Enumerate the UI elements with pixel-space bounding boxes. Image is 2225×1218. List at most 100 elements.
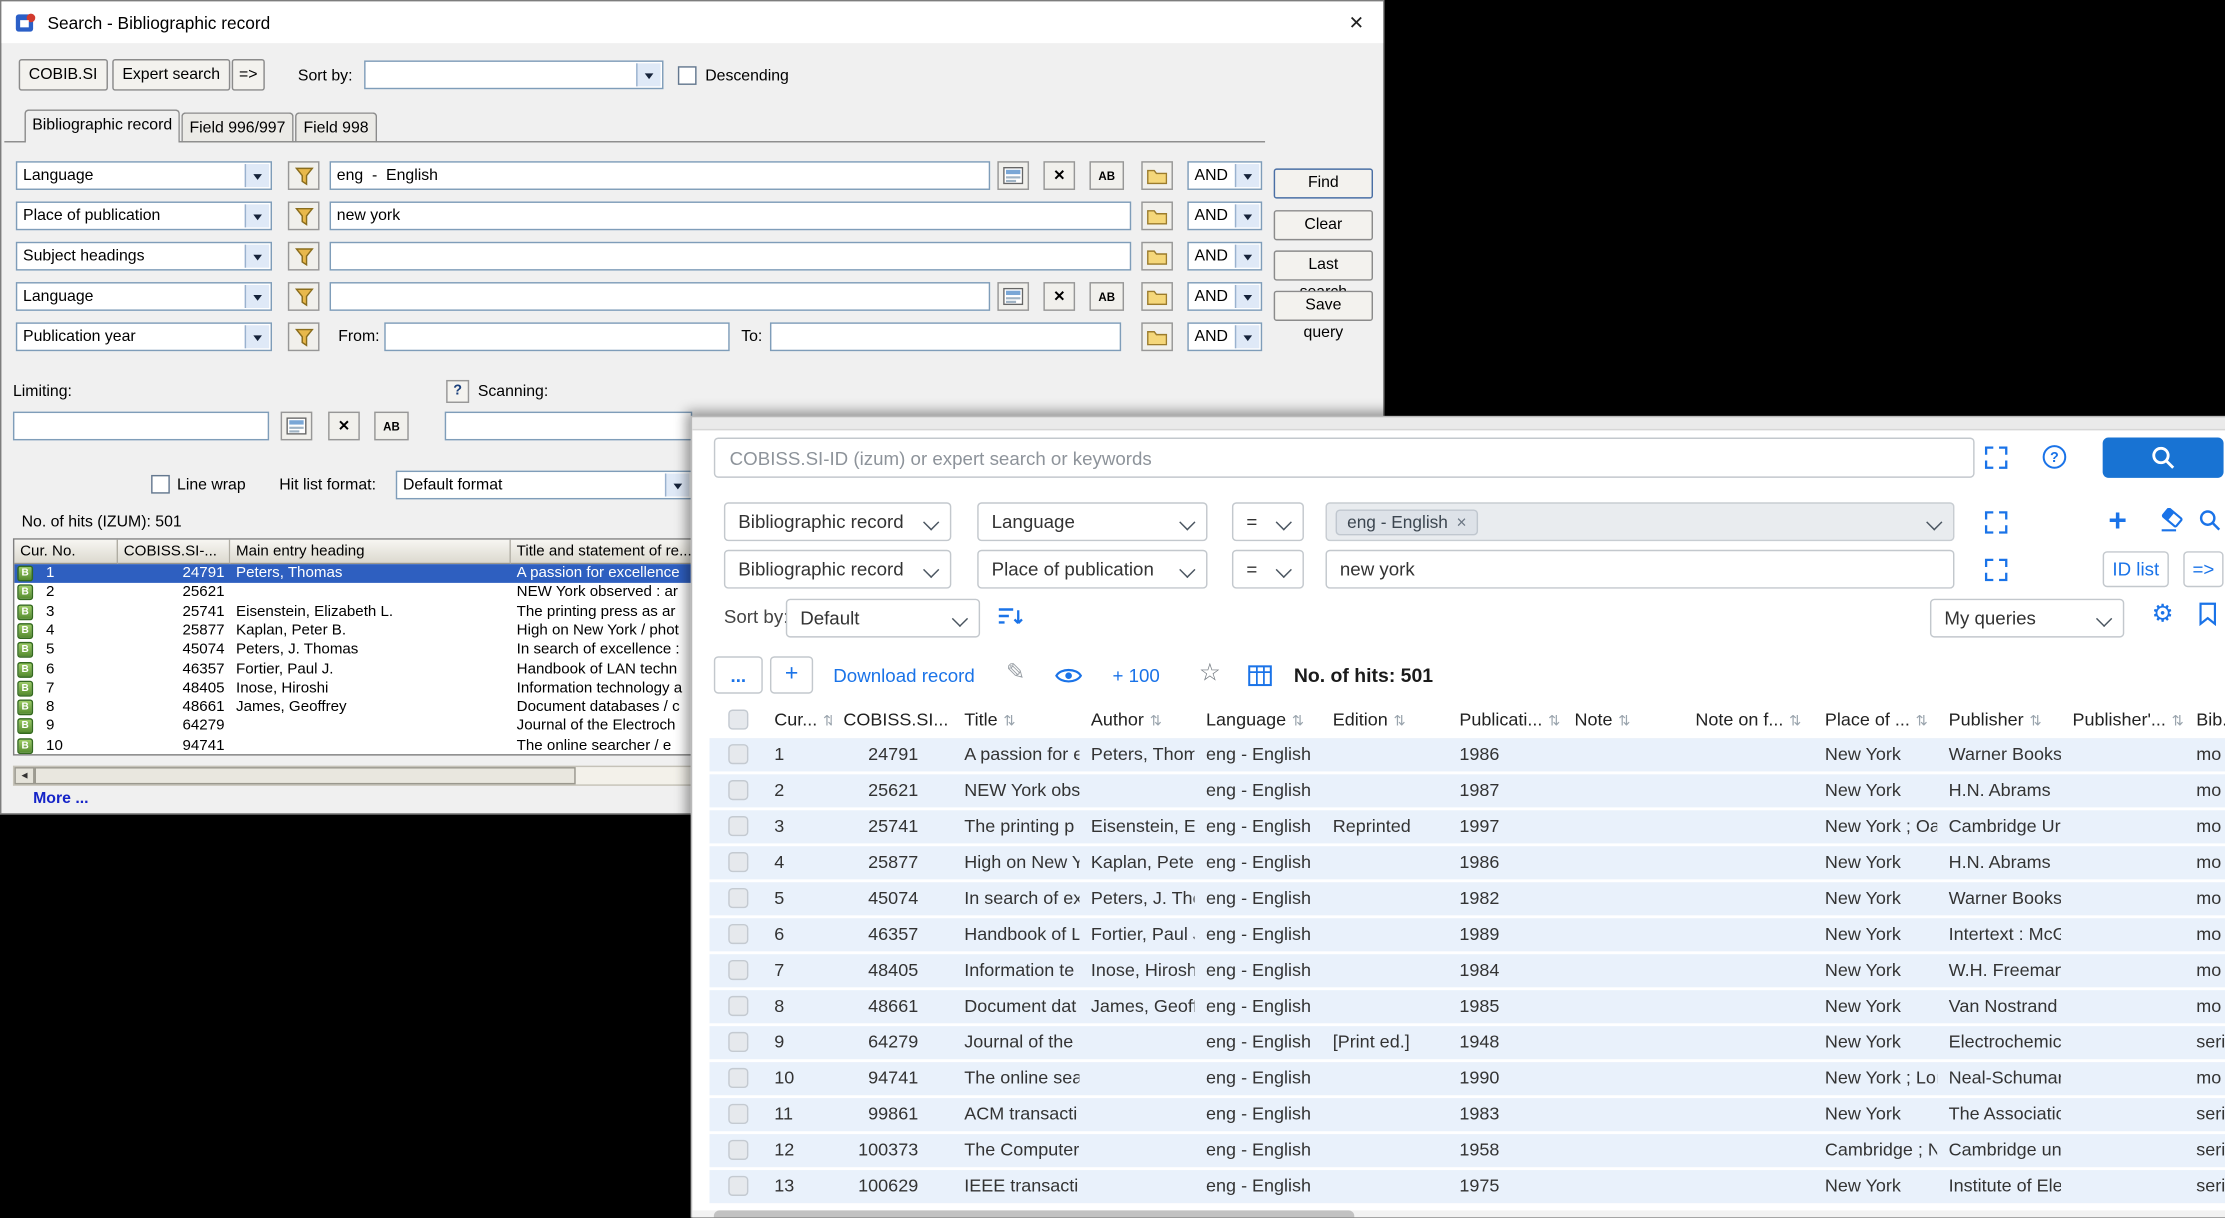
operator-select-2[interactable]: AND xyxy=(1187,201,1262,230)
funnel-icon-button-3[interactable] xyxy=(288,242,320,271)
funnel-icon-button-4[interactable] xyxy=(288,282,320,311)
dropdown-arrow-icon[interactable] xyxy=(636,63,660,86)
column-header-language[interactable]: Language⇅ xyxy=(1206,701,1321,738)
tab-field-998[interactable]: Field 998 xyxy=(295,112,377,142)
row-checkbox[interactable] xyxy=(728,960,748,980)
dropdown-arrow-icon[interactable] xyxy=(245,164,269,187)
row-checkbox[interactable] xyxy=(728,852,748,872)
row-checkbox[interactable] xyxy=(728,744,748,764)
horizontal-scrollbar[interactable] xyxy=(692,1210,2225,1217)
result-row[interactable]: 1199861ACM transactieng - English1983New… xyxy=(710,1098,2225,1131)
dropdown-arrow-icon[interactable] xyxy=(245,204,269,227)
sort-arrows-icon[interactable]: ⇅ xyxy=(1292,714,1304,730)
sort-arrows-icon[interactable]: ⇅ xyxy=(1789,714,1801,730)
result-row[interactable]: 848661Document datJames, Geoffreeng - En… xyxy=(710,990,2225,1023)
help-icon[interactable]: ? xyxy=(2042,445,2066,469)
operator-select-5[interactable]: AND xyxy=(1187,322,1262,351)
field-select-2[interactable]: Place of publication xyxy=(16,201,272,230)
tab-bibliographic-record[interactable]: Bibliographic record xyxy=(24,109,179,142)
save-query-icon[interactable] xyxy=(2198,602,2218,626)
help-icon[interactable]: ? xyxy=(446,380,469,403)
titlebar[interactable]: Search - Bibliographic record ✕ xyxy=(1,1,1383,43)
result-row[interactable]: 12100373The Computereng - English1958Cam… xyxy=(710,1134,2225,1167)
find-button[interactable]: Find xyxy=(1274,168,1373,198)
expert-search-button[interactable]: Expert search xyxy=(112,59,230,91)
clear-limiting-button[interactable]: ✕ xyxy=(328,412,360,441)
column-header-title[interactable]: Title⇅ xyxy=(964,701,1079,738)
dropdown-arrow-icon[interactable] xyxy=(245,325,269,348)
operator-select-1[interactable]: = xyxy=(1232,502,1304,541)
operator-select-1[interactable]: AND xyxy=(1187,161,1262,190)
year-from-input[interactable] xyxy=(384,322,729,351)
chip-remove-icon[interactable]: × xyxy=(1457,512,1467,532)
column-header-bib-level[interactable]: Bib...⇅ xyxy=(2196,701,2225,738)
dropdown-arrow-icon[interactable] xyxy=(245,245,269,268)
select-all-checkbox[interactable] xyxy=(728,710,748,730)
more-actions-button[interactable]: ... xyxy=(714,656,763,693)
field-select-5[interactable]: Publication year xyxy=(16,322,272,351)
cobib-si-button[interactable]: COBIB.SI xyxy=(19,59,108,91)
transfer-button[interactable]: => xyxy=(232,59,265,91)
sort-order-icon[interactable] xyxy=(997,606,1024,628)
folder-button-2[interactable] xyxy=(1141,201,1173,230)
column-header-publisher-2[interactable]: Publisher'...⇅ xyxy=(2072,701,2184,738)
folder-button-1[interactable] xyxy=(1141,161,1173,190)
catalogue-icon-button-1[interactable] xyxy=(997,161,1029,190)
column-header-cobiss-id[interactable]: COBISS.SI...⇅ xyxy=(843,701,952,738)
row-checkbox[interactable] xyxy=(728,924,748,944)
row-checkbox[interactable] xyxy=(728,1176,748,1196)
row-checkbox[interactable] xyxy=(728,888,748,908)
value-input-2[interactable] xyxy=(330,201,1132,230)
expand-icon[interactable] xyxy=(1985,558,2008,581)
folder-button-3[interactable] xyxy=(1141,242,1173,271)
catalogue-icon-button-4[interactable] xyxy=(997,282,1029,311)
value-input-4[interactable] xyxy=(330,282,991,311)
row-checkbox[interactable] xyxy=(728,780,748,800)
column-header-1[interactable]: COBISS.SI-... xyxy=(118,540,230,564)
column-header-0[interactable]: Cur. No. xyxy=(14,540,118,564)
column-header-note[interactable]: Note⇅ xyxy=(1574,701,1683,738)
operator-select-4[interactable]: AND xyxy=(1187,282,1262,311)
grid-icon[interactable] xyxy=(1248,665,1272,687)
transfer-button[interactable]: => xyxy=(2183,551,2223,587)
search-filter-icon[interactable] xyxy=(2198,508,2222,532)
line-wrap-checkbox[interactable] xyxy=(151,475,170,494)
download-record-link[interactable]: Download record xyxy=(833,665,974,687)
year-to-input[interactable] xyxy=(770,322,1121,351)
sort-arrows-icon[interactable]: ⇅ xyxy=(1548,714,1560,730)
clear-button[interactable]: Clear xyxy=(1274,210,1373,240)
result-row[interactable]: 13100629IEEE transactieng - English1975N… xyxy=(710,1170,2225,1203)
result-row[interactable]: 225621NEW York obseng - English1987New Y… xyxy=(710,774,2225,807)
operator-select-2[interactable]: = xyxy=(1232,550,1304,589)
expand-icon[interactable] xyxy=(1985,511,2008,534)
star-icon[interactable]: ☆ xyxy=(1199,661,1221,685)
last-search-button[interactable]: Last search xyxy=(1274,250,1373,280)
truncation-ab-button-limiting[interactable]: AB xyxy=(374,412,409,441)
value-tag-field-1[interactable]: eng - English× xyxy=(1326,502,1955,541)
truncation-ab-button-1[interactable]: AB xyxy=(1089,161,1124,190)
search-field-select-1[interactable]: Language xyxy=(977,502,1207,541)
sort-arrows-icon[interactable]: ⇅ xyxy=(823,714,832,730)
dropdown-arrow-icon[interactable] xyxy=(1235,245,1259,268)
limiting-input[interactable] xyxy=(13,412,269,441)
folder-button-5[interactable] xyxy=(1141,322,1173,351)
field-select-1[interactable]: Language xyxy=(16,161,272,190)
field-select-4[interactable]: Language xyxy=(16,282,272,311)
settings-gear-icon[interactable]: ⚙ xyxy=(2152,602,2174,626)
sort-arrows-icon[interactable]: ⇅ xyxy=(2172,714,2184,730)
plus-100-link[interactable]: + 100 xyxy=(1113,665,1160,687)
row-checkbox[interactable] xyxy=(728,816,748,836)
scrollbar-thumb[interactable] xyxy=(35,767,576,784)
result-row[interactable]: 425877High on New YKaplan, Peter Beng - … xyxy=(710,846,2225,879)
row-checkbox[interactable] xyxy=(728,1140,748,1160)
search-button[interactable] xyxy=(2103,438,2224,478)
result-row[interactable]: 748405Information teInose, Hiroshieng - … xyxy=(710,954,2225,987)
value-input-1[interactable] xyxy=(330,161,991,190)
catalogue-icon-button-limiting[interactable] xyxy=(281,412,313,441)
tab-field-996-997[interactable]: Field 996/997 xyxy=(181,112,293,142)
expert-search-input[interactable] xyxy=(714,438,1975,478)
result-row[interactable]: 545074In search of exPeters, J. Thoneng … xyxy=(710,882,2225,915)
close-icon[interactable]: ✕ xyxy=(1343,11,1370,34)
column-header-note-on-f[interactable]: Note on f...⇅ xyxy=(1695,701,1813,738)
result-row[interactable]: 1094741The online seaeng - English1990Ne… xyxy=(710,1062,2225,1095)
